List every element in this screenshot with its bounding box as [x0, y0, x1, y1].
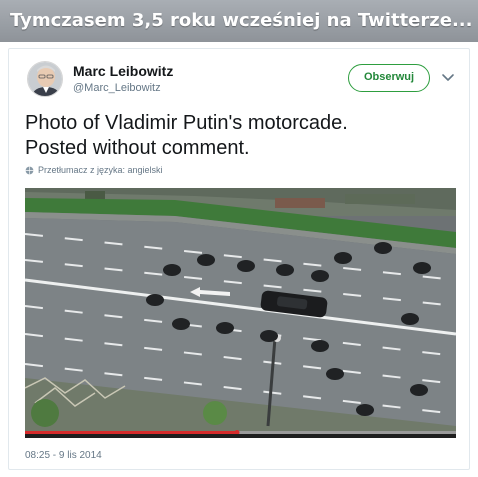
motorcade-photo — [25, 188, 456, 438]
tweet-media[interactable] — [25, 188, 456, 438]
translate-label: Przetłumacz z języka: angielski — [38, 165, 163, 175]
follow-button[interactable]: Obserwuj — [348, 64, 430, 92]
tweet-text: Photo of Vladimir Putin's motorcade. Pos… — [25, 111, 455, 161]
translate-link[interactable]: Przetłumacz z języka: angielski — [25, 165, 163, 175]
tweet-timestamp[interactable]: 08:25 - 9 lis 2014 — [25, 450, 102, 461]
tweet-text-line-2: Posted without comment. — [25, 137, 250, 159]
avatar-image — [28, 62, 62, 96]
author-handle[interactable]: @Marc_Leibowitz — [73, 82, 161, 94]
avatar[interactable] — [27, 61, 63, 97]
chevron-down-icon[interactable] — [441, 71, 455, 85]
globe-icon — [25, 166, 34, 174]
tweet-card: Marc Leibowitz @Marc_Leibowitz Obserwuj … — [8, 48, 470, 470]
banner-title: Tymczasem 3,5 roku wcześniej na Twitterz… — [0, 0, 478, 42]
author-name[interactable]: Marc Leibowitz — [73, 63, 173, 79]
tweet-text-line-1: Photo of Vladimir Putin's motorcade. — [25, 112, 348, 134]
